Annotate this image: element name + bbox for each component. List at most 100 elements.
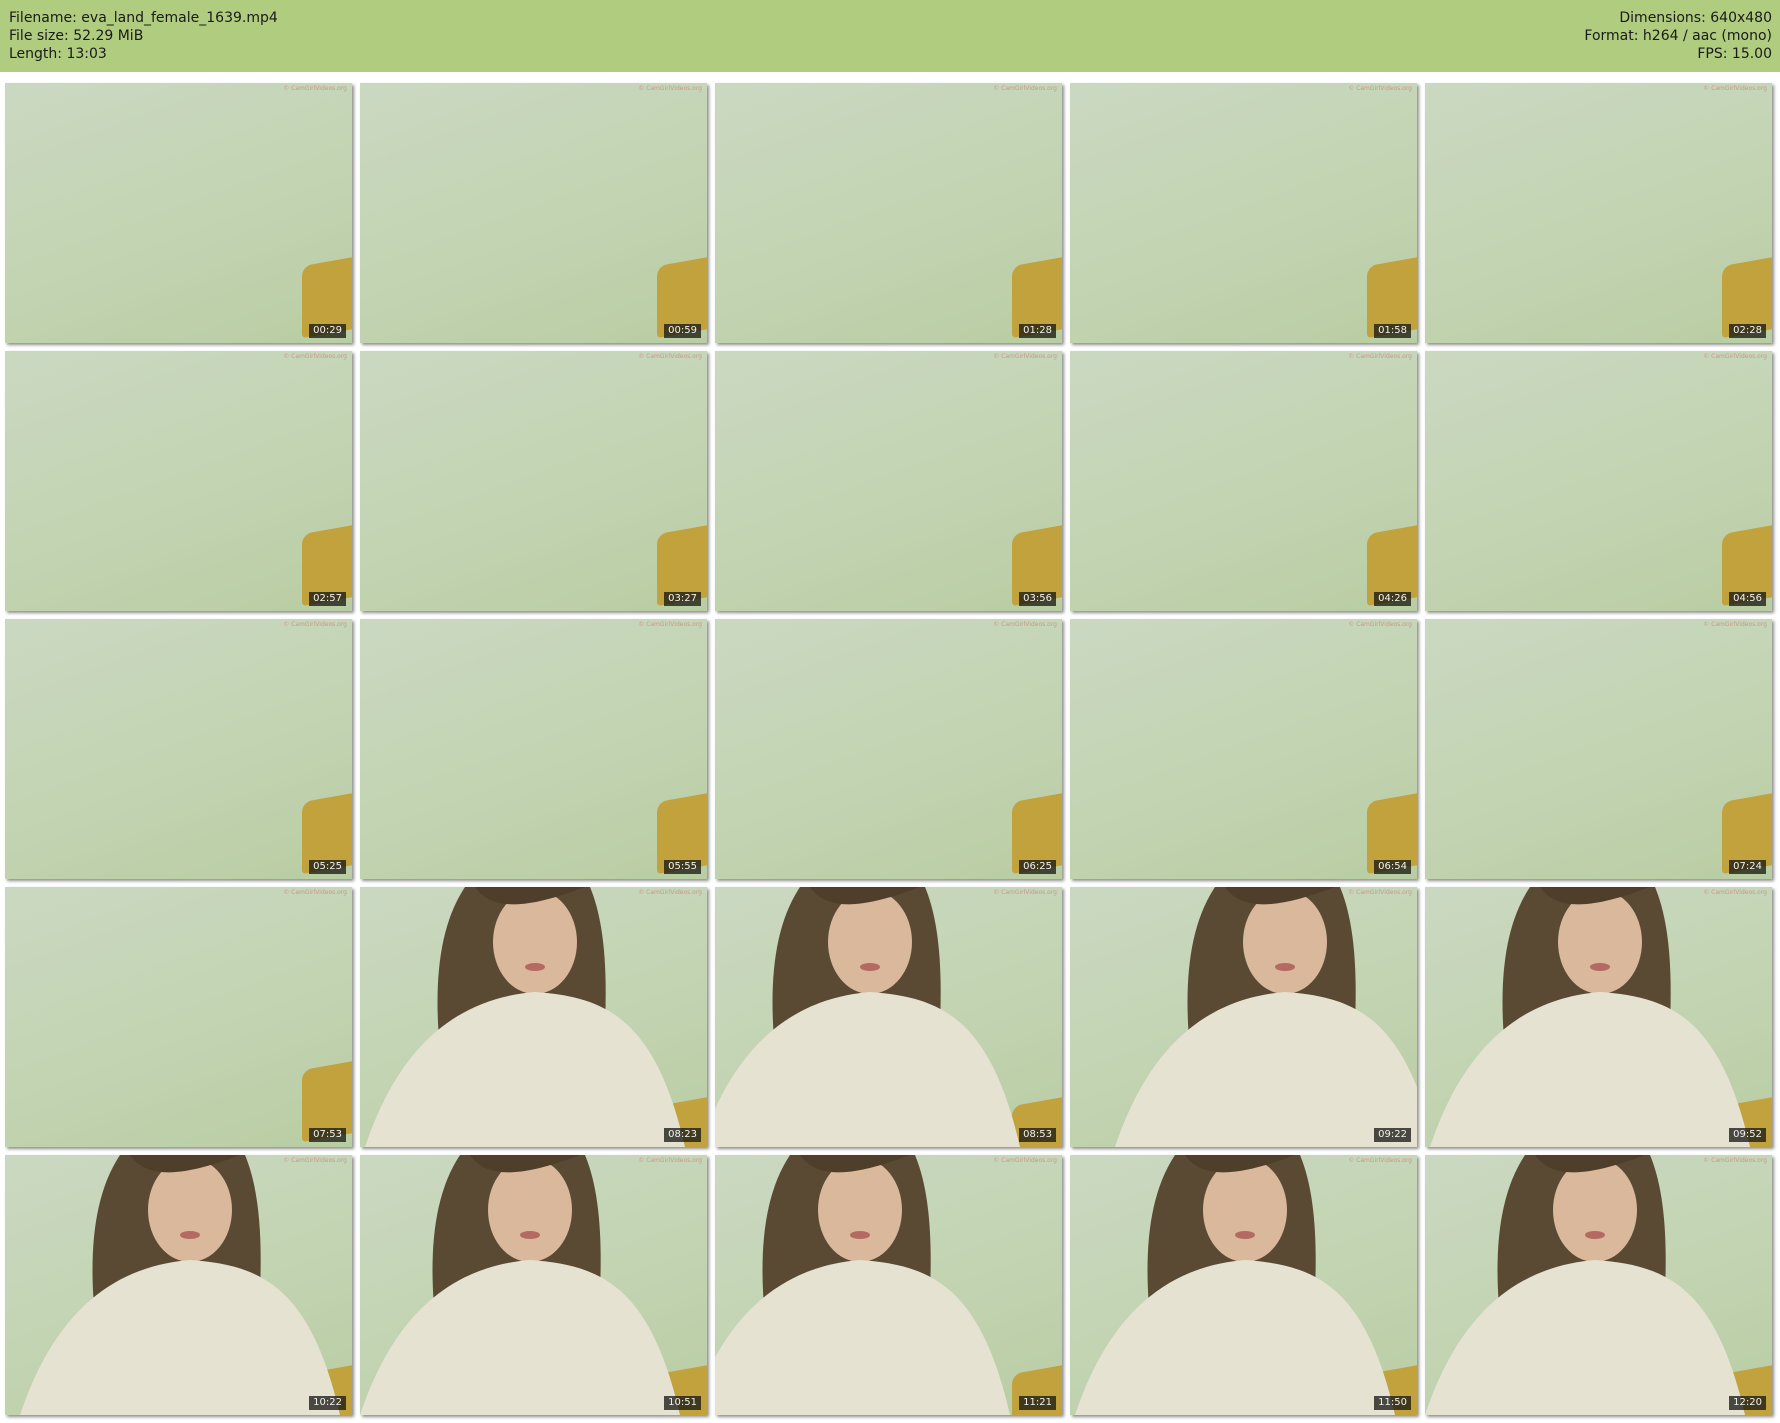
video-thumbnail[interactable]: © CamGirlVideos.org 06:54 <box>1070 619 1417 879</box>
thumbnail-background <box>1425 351 1772 611</box>
info-header: Filename: eva_land_female_1639.mp4 File … <box>0 0 1780 72</box>
video-thumbnail[interactable]: © CamGirlVideos.org 08:23 <box>360 887 707 1147</box>
video-thumbnail[interactable]: © CamGirlVideos.org 00:59 <box>360 83 707 343</box>
person-figure <box>1115 887 1417 1147</box>
video-thumbnail[interactable]: © CamGirlVideos.org 04:26 <box>1070 351 1417 611</box>
timestamp-label: 01:28 <box>1019 324 1056 338</box>
timestamp-label: 01:58 <box>1374 324 1411 338</box>
watermark-text: © CamGirlVideos.org <box>993 889 1057 896</box>
video-thumbnail[interactable]: © CamGirlVideos.org 09:52 <box>1425 887 1772 1147</box>
video-thumbnail[interactable]: © CamGirlVideos.org 07:53 <box>5 887 352 1147</box>
watermark-text: © CamGirlVideos.org <box>1348 353 1412 360</box>
thumbnail-background <box>1070 83 1417 343</box>
video-thumbnail[interactable]: © CamGirlVideos.org 01:28 <box>715 83 1062 343</box>
person-figure <box>1430 887 1750 1147</box>
video-thumbnail[interactable]: © CamGirlVideos.org 01:58 <box>1070 83 1417 343</box>
video-thumbnail[interactable]: © CamGirlVideos.org 02:57 <box>5 351 352 611</box>
watermark-text: © CamGirlVideos.org <box>1703 353 1767 360</box>
timestamp-label: 00:59 <box>664 324 701 338</box>
filesize-text: File size: 52.29 MiB <box>9 28 144 44</box>
watermark-text: © CamGirlVideos.org <box>1348 889 1412 896</box>
timestamp-label: 10:51 <box>664 1396 701 1410</box>
video-thumbnail[interactable]: © CamGirlVideos.org 10:51 <box>360 1155 707 1415</box>
dimensions-text: Dimensions: 640x480 <box>1619 10 1772 26</box>
timestamp-label: 07:53 <box>309 1128 346 1142</box>
person-figure <box>1075 1155 1395 1415</box>
watermark-text: © CamGirlVideos.org <box>283 889 347 896</box>
watermark-text: © CamGirlVideos.org <box>638 621 702 628</box>
timestamp-label: 02:28 <box>1729 324 1766 338</box>
thumbnail-background <box>715 619 1062 879</box>
thumbnail-background <box>715 351 1062 611</box>
watermark-text: © CamGirlVideos.org <box>993 353 1057 360</box>
video-thumbnail[interactable]: © CamGirlVideos.org 03:27 <box>360 351 707 611</box>
person-figure <box>365 887 685 1147</box>
video-thumbnail[interactable]: © CamGirlVideos.org 05:55 <box>360 619 707 879</box>
video-thumbnail[interactable]: © CamGirlVideos.org 12:20 <box>1425 1155 1772 1415</box>
timestamp-label: 03:27 <box>664 592 701 606</box>
video-thumbnail[interactable]: © CamGirlVideos.org 04:56 <box>1425 351 1772 611</box>
file-info-left: Filename: eva_land_female_1639.mp4 File … <box>9 9 278 63</box>
thumbnail-grid: © CamGirlVideos.org 00:29 © CamGirlVideos.… <box>5 83 1772 1415</box>
watermark-text: © CamGirlVideos.org <box>1703 1157 1767 1164</box>
person-figure <box>1425 1155 1745 1415</box>
timestamp-label: 02:57 <box>309 592 346 606</box>
timestamp-label: 04:26 <box>1374 592 1411 606</box>
person-figure <box>20 1155 340 1415</box>
timestamp-label: 03:56 <box>1019 592 1056 606</box>
timestamp-label: 09:22 <box>1374 1128 1411 1142</box>
watermark-text: © CamGirlVideos.org <box>1703 889 1767 896</box>
video-thumbnail[interactable]: © CamGirlVideos.org 05:25 <box>5 619 352 879</box>
timestamp-label: 11:50 <box>1374 1396 1411 1410</box>
watermark-text: © CamGirlVideos.org <box>1348 1157 1412 1164</box>
timestamp-label: 11:21 <box>1019 1396 1056 1410</box>
thumbnail-background <box>5 887 352 1147</box>
watermark-text: © CamGirlVideos.org <box>638 353 702 360</box>
watermark-text: © CamGirlVideos.org <box>283 85 347 92</box>
thumbnail-background <box>360 619 707 879</box>
person-figure <box>715 887 1020 1147</box>
watermark-text: © CamGirlVideos.org <box>638 1157 702 1164</box>
timestamp-label: 00:29 <box>309 324 346 338</box>
video-thumbnail[interactable]: © CamGirlVideos.org 03:56 <box>715 351 1062 611</box>
thumbnail-background <box>360 83 707 343</box>
watermark-text: © CamGirlVideos.org <box>638 85 702 92</box>
timestamp-label: 12:20 <box>1729 1396 1766 1410</box>
thumbnail-background <box>1425 83 1772 343</box>
video-thumbnail[interactable]: © CamGirlVideos.org 11:50 <box>1070 1155 1417 1415</box>
person-figure <box>715 1155 1010 1415</box>
timestamp-label: 10:22 <box>309 1396 346 1410</box>
timestamp-label: 04:56 <box>1729 592 1766 606</box>
format-text: Format: h264 / aac (mono) <box>1584 28 1772 44</box>
filename-text: Filename: eva_land_female_1639.mp4 <box>9 10 278 26</box>
thumbnail-background <box>360 351 707 611</box>
timestamp-label: 09:52 <box>1729 1128 1766 1142</box>
timestamp-label: 05:25 <box>309 860 346 874</box>
video-thumbnail[interactable]: © CamGirlVideos.org 07:24 <box>1425 619 1772 879</box>
video-thumbnail[interactable]: © CamGirlVideos.org 06:25 <box>715 619 1062 879</box>
video-thumbnail[interactable]: © CamGirlVideos.org 00:29 <box>5 83 352 343</box>
watermark-text: © CamGirlVideos.org <box>283 353 347 360</box>
video-thumbnail[interactable]: © CamGirlVideos.org 10:22 <box>5 1155 352 1415</box>
watermark-text: © CamGirlVideos.org <box>1703 621 1767 628</box>
thumbnail-background <box>5 619 352 879</box>
person-figure <box>360 1155 680 1415</box>
file-info-right: Dimensions: 640x480 Format: h264 / aac (… <box>1584 9 1772 63</box>
video-thumbnail[interactable]: © CamGirlVideos.org 11:21 <box>715 1155 1062 1415</box>
video-thumbnail[interactable]: © CamGirlVideos.org 09:22 <box>1070 887 1417 1147</box>
watermark-text: © CamGirlVideos.org <box>638 889 702 896</box>
timestamp-label: 05:55 <box>664 860 701 874</box>
length-text: Length: 13:03 <box>9 46 107 62</box>
watermark-text: © CamGirlVideos.org <box>283 621 347 628</box>
video-thumbnail[interactable]: © CamGirlVideos.org 08:53 <box>715 887 1062 1147</box>
timestamp-label: 07:24 <box>1729 860 1766 874</box>
timestamp-label: 06:25 <box>1019 860 1056 874</box>
watermark-text: © CamGirlVideos.org <box>1703 85 1767 92</box>
video-thumbnail[interactable]: © CamGirlVideos.org 02:28 <box>1425 83 1772 343</box>
thumbnail-background <box>5 83 352 343</box>
watermark-text: © CamGirlVideos.org <box>993 1157 1057 1164</box>
watermark-text: © CamGirlVideos.org <box>1348 621 1412 628</box>
timestamp-label: 06:54 <box>1374 860 1411 874</box>
thumbnail-background <box>5 351 352 611</box>
thumbnail-background <box>1425 619 1772 879</box>
